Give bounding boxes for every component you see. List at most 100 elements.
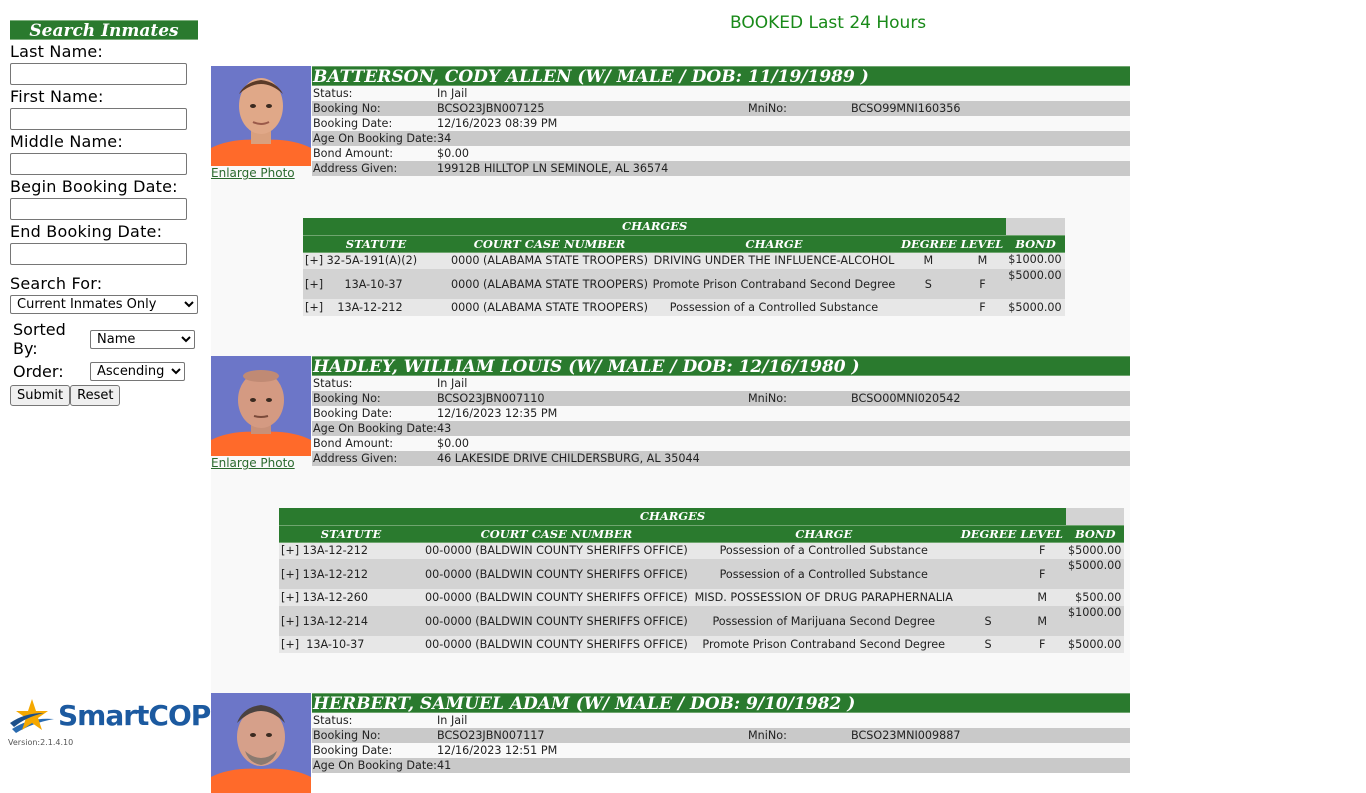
charge-row: [+] 13A-12-212 00-0000 (BALDWIN COUNTY S… [279,559,1125,589]
search-title: Search Inmates [10,20,198,41]
col-degree: DEGREE [957,525,1019,543]
charge-statute: [+] 32-5A-191(A)(2) [303,252,449,269]
expand-toggle[interactable]: [+] [305,278,323,291]
charge-level: F [1018,542,1067,559]
status-label: Status: [313,377,353,390]
mugshot-photo[interactable] [211,66,311,166]
charge-court-case: 00-0000 (BALDWIN COUNTY SHERIFFS OFFICE) [423,589,690,606]
version-text: Version:2.1.4.10 [8,738,74,747]
expand-toggle[interactable]: [+] [281,591,299,604]
charge-court-case: 0000 (ALABAMA STATE TROOPERS) [449,269,650,299]
search-for-select[interactable]: Current Inmates Only [10,295,198,314]
mugshot-photo[interactable] [211,693,311,793]
expand-toggle[interactable]: [+] [281,544,299,557]
enlarge-photo-link[interactable]: Enlarge Photo [211,456,295,470]
charge-court-case: 0000 (ALABAMA STATE TROOPERS) [449,299,650,316]
charge-bond: $5000.00 [1066,559,1125,589]
expand-toggle[interactable]: [+] [305,254,323,267]
charge-court-case: 00-0000 (BALDWIN COUNTY SHERIFFS OFFICE) [423,606,690,636]
submit-button[interactable]: Submit [10,385,71,406]
charge-level: F [958,299,1007,316]
inmate-list: Enlarge Photo BATTERSON, CODY ALLEN (W/ … [211,66,1130,793]
star-swoosh-icon [10,699,54,733]
address-label: Address Given: [313,452,398,465]
status-label: Status: [313,87,353,100]
middle-name-input[interactable] [10,153,187,175]
mnino-label: MniNo: [748,392,787,405]
order-select[interactable]: Ascending [90,362,185,381]
mnino-value: BCSO00MNI020542 [851,392,961,405]
last-name-input[interactable] [10,63,187,85]
logo-text: SmartCOP [58,699,211,732]
col-charge: CHARGE [689,525,958,543]
expand-toggle[interactable]: [+] [281,568,299,581]
charge-description: Promote Prison Contraband Second Degree [649,269,898,299]
charge-degree [957,559,1019,589]
charge-row: [+] 13A-10-37 0000 (ALABAMA STATE TROOPE… [303,269,1065,299]
expand-toggle[interactable]: [+] [281,615,299,628]
charge-degree [957,542,1019,559]
end-booking-date-input[interactable] [10,243,187,265]
charge-row: [+] 13A-12-212 00-0000 (BALDWIN COUNTY S… [279,542,1125,559]
charge-statute: [+] 13A-10-37 [279,636,423,653]
charge-bond: $1000.00 [1006,252,1065,269]
search-panel: Search Inmates Last Name: First Name: Mi… [10,20,200,406]
charge-degree: M [897,252,959,269]
smartcop-wordmark: SmartCOP [58,699,211,732]
charge-description: Possession of Marijuana Second Degree [689,606,958,636]
status-value: In Jail [437,377,468,390]
first-name-label: First Name: [10,87,104,106]
inmate-record: Enlarge Photo HADLEY, WILLIAM LOUIS (W/ … [211,356,1130,693]
sorted-by-select[interactable]: Name [90,329,195,349]
bond-amount-label: Bond Amount: [313,437,394,450]
first-name-input[interactable] [10,108,187,130]
charge-degree: S [897,269,959,299]
charge-bond: $5000.00 [1066,542,1125,559]
charge-bond: $1000.00 [1066,606,1125,636]
charge-level: F [1018,636,1067,653]
booking-date-label: Booking Date: [313,407,393,420]
mnino-value: BCSO23MNI009887 [851,729,961,742]
status-value: In Jail [437,87,468,100]
begin-booking-date-input[interactable] [10,198,187,220]
mnino-label: MniNo: [748,729,787,742]
booking-no-value: BCSO23JBN007125 [437,102,545,115]
end-booking-date-label: End Booking Date: [10,222,163,241]
inmate-record: HERBERT, SAMUEL ADAM (W/ MALE / DOB: 9/1… [211,693,1130,793]
bond-amount-value: $0.00 [437,147,470,160]
status-label: Status: [313,714,353,727]
charge-bond: $5000.00 [1006,299,1065,316]
charge-row: [+] 13A-12-214 00-0000 (BALDWIN COUNTY S… [279,606,1125,636]
charge-degree [897,299,959,316]
col-statute: STATUTE [279,525,423,543]
col-statute: STATUTE [303,235,449,253]
col-bond: BOND [1066,525,1125,543]
charge-level: F [958,269,1007,299]
age-label: Age On Booking Date: [313,759,437,772]
age-value: 43 [437,422,452,435]
address-label: Address Given: [313,162,398,175]
booking-date-value: 12/16/2023 12:35 PM [437,407,558,420]
charge-row: [+] 13A-12-260 00-0000 (BALDWIN COUNTY S… [279,589,1125,606]
last-name-label: Last Name: [10,42,104,61]
expand-toggle[interactable]: [+] [305,301,323,314]
charge-description: Possession of a Controlled Substance [689,542,958,559]
charge-statute: [+] 13A-12-212 [303,299,449,316]
charge-description: Possession of a Controlled Substance [689,559,958,589]
charge-level: M [1018,606,1067,636]
booking-date-value: 12/16/2023 12:51 PM [437,744,558,757]
mugshot-photo[interactable] [211,356,311,456]
col-court-case: COURT CASE NUMBER [423,525,690,543]
col-bond: BOND [1006,235,1065,253]
col-court-case: COURT CASE NUMBER [449,235,650,253]
expand-toggle[interactable]: [+] [281,638,299,651]
charges-title: CHARGES [303,218,1007,236]
enlarge-photo-link[interactable]: Enlarge Photo [211,166,295,180]
inmate-info: BATTERSON, CODY ALLEN (W/ MALE / DOB: 11… [312,66,1130,176]
reset-button[interactable]: Reset [70,385,121,406]
page-title: BOOKED Last 24 Hours [730,13,927,33]
age-label: Age On Booking Date: [313,422,437,435]
age-value: 34 [437,132,452,145]
booking-no-label: Booking No: [313,729,381,742]
charge-description: DRIVING UNDER THE INFLUENCE-ALCOHOL [649,252,898,269]
